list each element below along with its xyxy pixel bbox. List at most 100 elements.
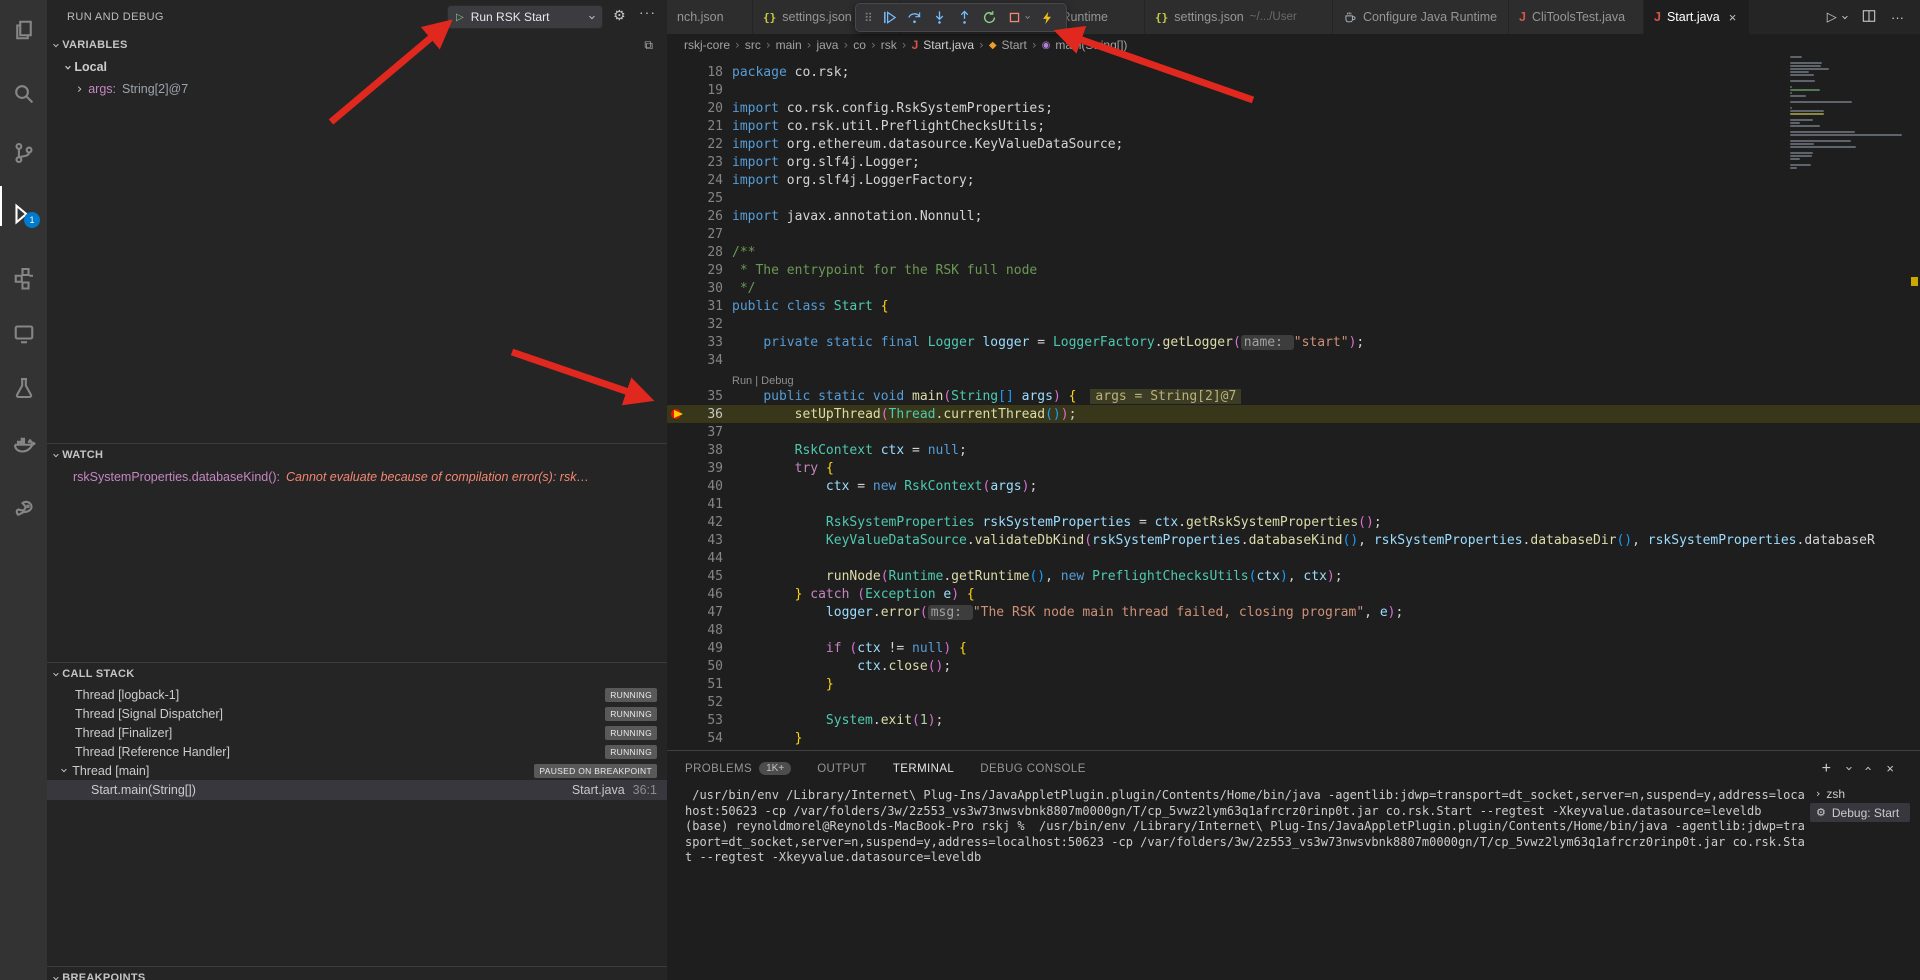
editor-more-actions-icon[interactable]: ··· (1891, 10, 1904, 25)
gutter-glyph[interactable] (667, 63, 689, 81)
code-line[interactable]: 25 (667, 189, 1920, 207)
stop-icon[interactable] (1007, 10, 1023, 26)
gutter-glyph[interactable] (667, 729, 689, 747)
code-line[interactable]: 23import org.slf4j.Logger; (667, 153, 1920, 171)
line-number[interactable]: 52 (689, 695, 723, 710)
editor-tab[interactable]: {}settings.json~/.../User (1145, 0, 1333, 34)
run-file-icon[interactable]: ▷ (1827, 10, 1837, 25)
code-line[interactable]: 48 (667, 621, 1920, 639)
source-control-icon[interactable] (0, 133, 47, 173)
line-number[interactable]: 47 (689, 605, 723, 620)
gutter-glyph[interactable] (667, 513, 689, 531)
gutter-glyph[interactable] (667, 639, 689, 657)
gutter-glyph[interactable] (667, 621, 689, 639)
code-line[interactable]: 27 (667, 225, 1920, 243)
terminal-instance-debug-start[interactable]: ⚙Debug: Start (1810, 803, 1910, 822)
code-line[interactable]: 49 if (ctx != null) { (667, 639, 1920, 657)
thread-row[interactable]: Thread [logback-1]RUNNING (47, 685, 667, 704)
code-line[interactable]: 46 } catch (Exception e) { (667, 585, 1920, 603)
split-editor-icon[interactable] (1862, 9, 1876, 26)
line-number[interactable]: 45 (689, 569, 723, 584)
line-number[interactable]: 25 (689, 191, 723, 206)
thread-row[interactable]: Thread [Signal Dispatcher]RUNNING (47, 704, 667, 723)
gutter-glyph[interactable] (667, 603, 689, 621)
code-line[interactable]: 22import org.ethereum.datasource.KeyValu… (667, 135, 1920, 153)
code-line[interactable]: 42 RskSystemProperties rskSystemProperti… (667, 513, 1920, 531)
code-line[interactable]: 24import org.slf4j.LoggerFactory; (667, 171, 1920, 189)
line-number[interactable]: 53 (689, 713, 723, 728)
remote-explorer-icon[interactable] (0, 314, 47, 354)
code-line[interactable]: 38 RskContext ctx = null; (667, 441, 1920, 459)
chevron-down-icon[interactable]: › (1022, 15, 1035, 19)
gutter-glyph[interactable] (667, 549, 689, 567)
run-and-debug-icon[interactable] (0, 194, 47, 234)
breadcrumb-file[interactable]: Start.java (923, 38, 974, 52)
toolbar-drag-handle[interactable]: ⠿ (864, 11, 873, 25)
gutter-glyph[interactable] (667, 531, 689, 549)
line-number[interactable]: 32 (689, 317, 723, 332)
panel-tab-problems[interactable]: PROBLEMS1K+ (685, 762, 791, 775)
gutter-glyph[interactable] (667, 225, 689, 243)
explorer-icon[interactable] (0, 10, 47, 50)
debug-settings-gear-icon[interactable]: ⚙ (613, 8, 626, 24)
stack-frame-row[interactable]: Start.main(String[]) Start.java 36:1 (47, 780, 667, 800)
gutter-glyph[interactable] (667, 387, 689, 405)
code-line[interactable]: 47 logger.error(msg: "The RSK node main … (667, 603, 1920, 621)
code-line[interactable]: 19 (667, 81, 1920, 99)
line-number[interactable]: 40 (689, 479, 723, 494)
gutter-glyph[interactable] (667, 585, 689, 603)
breadcrumb[interactable]: rskj-core›src›main›java›co›rsk›JStart.ja… (667, 34, 1920, 56)
line-number[interactable]: 38 (689, 443, 723, 458)
panel-tab-terminal[interactable]: TERMINAL (893, 763, 954, 775)
breadcrumb-item[interactable]: rskj-core (684, 38, 730, 52)
line-number[interactable]: 41 (689, 497, 723, 512)
code-line[interactable]: 26import javax.annotation.Nonnull; (667, 207, 1920, 225)
editor-tab[interactable]: nch.json (667, 0, 753, 34)
code-line[interactable]: 39 try { (667, 459, 1920, 477)
line-number[interactable]: 35 (689, 389, 723, 404)
gutter-glyph[interactable] (667, 441, 689, 459)
line-number[interactable]: 36 (689, 407, 723, 422)
maximize-panel-icon[interactable]: › (1861, 766, 1876, 771)
line-number[interactable]: 43 (689, 533, 723, 548)
new-terminal-icon[interactable]: + (1822, 760, 1831, 778)
line-number[interactable]: 51 (689, 677, 723, 692)
thread-row[interactable]: ›Thread [main]PAUSED ON BREAKPOINT (47, 761, 667, 780)
line-number[interactable]: 31 (689, 299, 723, 314)
code-line[interactable]: 37 (667, 423, 1920, 441)
panel-tab-output[interactable]: OUTPUT (817, 763, 867, 775)
gutter-glyph[interactable] (667, 459, 689, 477)
breadcrumb-method[interactable]: main(String[]) (1055, 38, 1127, 52)
gutter-glyph[interactable] (667, 351, 689, 369)
code-line[interactable]: 32 (667, 315, 1920, 333)
gutter-glyph[interactable] (667, 495, 689, 513)
gutter-glyph[interactable] (667, 567, 689, 585)
line-number[interactable]: 34 (689, 353, 723, 368)
gutter-glyph[interactable] (667, 477, 689, 495)
sidebar-more-actions-icon[interactable]: ··· (639, 4, 656, 20)
code-line[interactable]: 51 } (667, 675, 1920, 693)
line-number[interactable]: 46 (689, 587, 723, 602)
code-line[interactable]: 41 (667, 495, 1920, 513)
line-number[interactable]: 24 (689, 173, 723, 188)
breadcrumb-item[interactable]: src (745, 38, 761, 52)
panel-tab-debug-console[interactable]: DEBUG CONSOLE (980, 763, 1086, 775)
line-number[interactable]: 21 (689, 119, 723, 134)
close-icon[interactable]: × (1729, 10, 1737, 25)
code-line[interactable]: 50 ctx.close(); (667, 657, 1920, 675)
step-out-icon[interactable] (957, 10, 973, 26)
chevron-down-icon[interactable]: › (1841, 766, 1856, 771)
code-line[interactable]: 43 KeyValueDataSource.validateDbKind(rsk… (667, 531, 1920, 549)
continue-icon[interactable] (882, 10, 898, 26)
gutter-glyph[interactable] (667, 279, 689, 297)
gutter-glyph[interactable] (667, 171, 689, 189)
step-over-icon[interactable] (907, 10, 923, 26)
code-line[interactable]: 18package co.rsk; (667, 63, 1920, 81)
gutter-glyph[interactable] (667, 117, 689, 135)
breadcrumb-item[interactable]: main (776, 38, 802, 52)
editor-tab[interactable]: JCliToolsTest.java (1509, 0, 1644, 34)
code-line[interactable]: 21import co.rsk.util.PreflightChecksUtil… (667, 117, 1920, 135)
code-line[interactable]: 36 setUpThread(Thread.currentThread()); (667, 405, 1920, 423)
code-editor[interactable]: 18package co.rsk;1920import co.rsk.confi… (667, 56, 1920, 750)
line-number[interactable]: 54 (689, 731, 723, 746)
